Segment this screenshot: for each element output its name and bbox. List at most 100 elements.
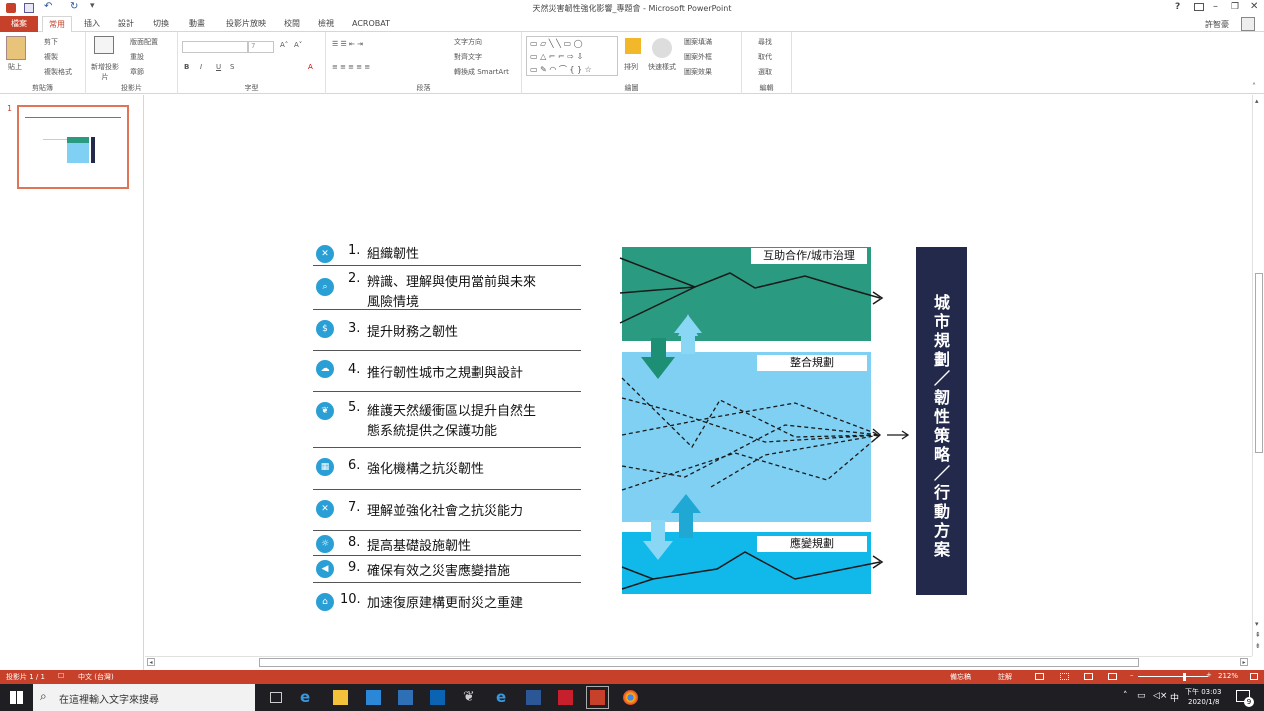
shape-fill-button[interactable]: 圖案填滿 <box>684 37 712 47</box>
zoom-slider-thumb[interactable] <box>1183 673 1186 681</box>
tab-insert[interactable]: 插入 <box>78 16 106 32</box>
comments-button[interactable]: 註解 <box>998 672 1012 682</box>
copy-button[interactable]: 複製 <box>44 52 58 62</box>
hscroll-thumb[interactable] <box>259 658 1139 667</box>
notes-button[interactable]: 備忘稿 <box>950 672 971 682</box>
next-slide-icon[interactable]: ⇟ <box>1255 642 1261 650</box>
tab-home[interactable]: 常用 <box>42 16 72 32</box>
clock-time[interactable]: 下午 03:03 <box>1185 687 1221 697</box>
scroll-thumb[interactable] <box>1255 273 1263 453</box>
slideshow-icon[interactable] <box>1108 673 1117 680</box>
italic-button[interactable]: I <box>200 63 202 71</box>
help-button[interactable]: ? <box>1175 2 1180 12</box>
section-button[interactable]: 章節 <box>130 67 144 77</box>
paste-icon[interactable] <box>6 36 26 60</box>
clock-date[interactable]: 2020/1/8 <box>1188 698 1219 706</box>
tab-transitions[interactable]: 切換 <box>146 16 176 32</box>
smartart-button[interactable]: 轉換成 SmartArt <box>454 67 509 77</box>
scroll-left-icon[interactable]: ◂ <box>147 658 155 666</box>
new-slide-button[interactable]: 新增投影片 <box>88 62 122 82</box>
minimize-button[interactable]: – <box>1213 1 1218 12</box>
grow-font-icon[interactable]: A˄ <box>280 41 288 49</box>
shape-effects-button[interactable]: 圖案效果 <box>684 67 712 77</box>
zoom-level[interactable]: 212% <box>1218 672 1238 680</box>
scroll-right-icon[interactable]: ▸ <box>1240 658 1248 666</box>
edge-icon[interactable]: e <box>300 690 315 705</box>
language-indicator[interactable]: 中文 (台灣) <box>78 672 114 682</box>
file-explorer-icon[interactable] <box>333 690 348 705</box>
media-player-icon[interactable] <box>398 690 413 705</box>
vertical-scrollbar[interactable]: ▴ ▾ ⇞ ⇟ <box>1252 95 1264 656</box>
network-icon[interactable]: ▭ <box>1137 691 1146 701</box>
replace-button[interactable]: 取代 <box>758 52 772 62</box>
powerpoint-taskbar-icon[interactable] <box>586 686 609 709</box>
save-icon[interactable] <box>24 3 34 13</box>
reading-view-icon[interactable] <box>1084 673 1093 680</box>
task-view-icon[interactable] <box>270 692 282 703</box>
scroll-down-icon[interactable]: ▾ <box>1255 620 1259 628</box>
underline-button[interactable]: U <box>216 63 221 71</box>
quick-styles-button[interactable]: 快速樣式 <box>648 62 676 72</box>
zoom-slider[interactable] <box>1138 676 1208 677</box>
bold-button[interactable]: B <box>184 63 189 71</box>
ie-icon[interactable]: e <box>496 690 511 705</box>
shape-outline-button[interactable]: 圖案外框 <box>684 52 712 62</box>
prev-slide-icon[interactable]: ⇞ <box>1255 631 1261 639</box>
shadow-button[interactable]: S <box>230 63 234 71</box>
paste-button[interactable]: 貼上 <box>8 62 22 72</box>
redo-icon[interactable]: ↻ <box>70 1 78 12</box>
qat-customize-icon[interactable]: ▾ <box>90 1 95 11</box>
format-painter-button[interactable]: 複製格式 <box>44 67 72 77</box>
slide-sorter-icon[interactable] <box>1060 673 1069 680</box>
align-icons[interactable]: ≡ ≡ ≡ ≡ ≡ <box>332 63 370 71</box>
avatar[interactable] <box>1241 17 1255 31</box>
chrome-icon[interactable] <box>623 690 638 705</box>
tab-animations[interactable]: 動畫 <box>182 16 212 32</box>
store-icon[interactable] <box>366 690 381 705</box>
tab-acrobat[interactable]: ACROBAT <box>346 16 396 32</box>
normal-view-icon[interactable] <box>1035 673 1044 680</box>
tab-design[interactable]: 設計 <box>112 16 140 32</box>
quick-styles-icon[interactable] <box>652 38 672 58</box>
shrink-font-icon[interactable]: A˅ <box>294 41 302 49</box>
undo-icon[interactable]: ↶ <box>44 1 52 12</box>
reset-button[interactable]: 重設 <box>130 52 144 62</box>
tab-view[interactable]: 檢視 <box>312 16 340 32</box>
shapes-gallery[interactable]: ▭ ▱ ╲ ╲ ▭ ◯ ▭ △ ⌐ ⌐ ⇨ ⇩ ▭ ✎ ◠ ⌒ { } ☆ <box>526 36 618 76</box>
spelling-icon[interactable]: ☐ <box>58 672 64 680</box>
app-icon[interactable]: ❦ <box>463 690 478 705</box>
outlook-icon[interactable] <box>430 690 445 705</box>
collapse-ribbon-icon[interactable]: ˄ <box>1252 82 1256 91</box>
zoom-in-button[interactable]: + <box>1206 671 1212 679</box>
zoom-out-button[interactable]: – <box>1130 671 1134 679</box>
select-button[interactable]: 選取 <box>758 67 772 77</box>
find-button[interactable]: 尋找 <box>758 37 772 47</box>
new-slide-icon[interactable] <box>94 36 114 54</box>
windows-start-icon[interactable] <box>10 691 23 704</box>
horizontal-scrollbar[interactable]: ◂ ▸ <box>145 656 1252 668</box>
tab-slideshow[interactable]: 投影片放映 <box>218 16 274 32</box>
tab-file[interactable]: 檔案 <box>0 16 38 32</box>
cut-button[interactable]: 剪下 <box>44 37 58 47</box>
layout-button[interactable]: 版面配置 <box>130 37 158 47</box>
align-text-button[interactable]: 對齊文字 <box>454 52 482 62</box>
arrange-icon[interactable] <box>625 38 641 54</box>
arrange-button[interactable]: 排列 <box>624 62 638 72</box>
volume-icon[interactable]: ◁× <box>1153 691 1167 701</box>
font-size-input[interactable]: 7 <box>248 41 274 53</box>
text-direction-button[interactable]: 文字方向 <box>454 37 482 47</box>
slide[interactable]: ✕ 1. 組織韌性 ⌕ 2. 辨識、理解與使用當前與未來 風險情境 $ 3. 提… <box>145 95 1252 656</box>
bullets-icon[interactable]: ☰ ☰ ⇤ ⇥ <box>332 40 363 48</box>
slide-thumbnail[interactable] <box>17 105 129 189</box>
scroll-up-icon[interactable]: ▴ <box>1255 97 1259 105</box>
acrobat-icon[interactable] <box>558 690 573 705</box>
taskbar-search-box[interactable]: ⌕ 在這裡輸入文字來搜尋 <box>33 684 255 711</box>
restore-button[interactable]: ❐ <box>1231 2 1239 12</box>
ribbon-display-icon[interactable] <box>1194 3 1204 11</box>
user-name[interactable]: 許智豪 <box>1205 19 1229 30</box>
close-button[interactable]: ✕ <box>1250 1 1258 12</box>
word-icon[interactable] <box>526 690 541 705</box>
fit-slide-icon[interactable] <box>1250 673 1258 680</box>
font-name-input[interactable] <box>182 41 248 53</box>
tray-chevron-icon[interactable]: ˄ <box>1123 691 1128 701</box>
